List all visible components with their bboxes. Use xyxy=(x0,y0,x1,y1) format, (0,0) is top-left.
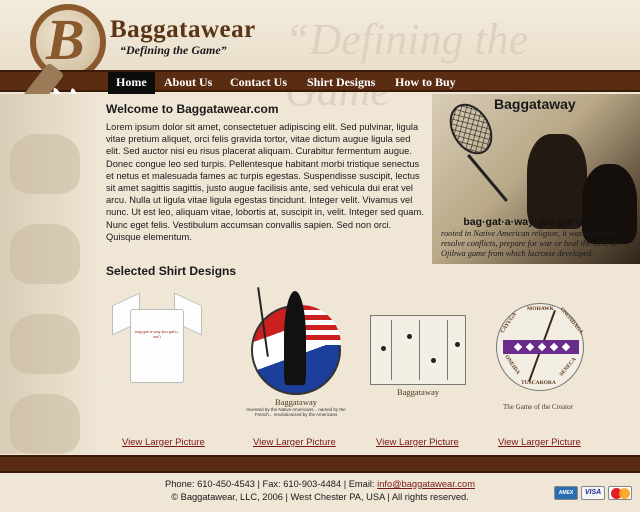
design-caption: Baggataway xyxy=(396,387,439,397)
slogan: “Defining the Game” xyxy=(120,43,227,57)
emblem-word: ONONDAGA xyxy=(558,306,585,336)
haudenosaunee-emblem-image[interactable]: MOHAWK ONONDAGA CAYUGA SENECA ONEIDA TUS… xyxy=(496,303,584,391)
tshirt-print: bag·gat·a·way:(bu-gat’u-wa”) xyxy=(135,329,179,339)
totem-carving xyxy=(10,394,80,454)
footer-phone-fax: Phone: 610-450-4543 | Fax: 610-903-4484 … xyxy=(165,479,378,489)
amex-card-icon: AMEX xyxy=(554,486,578,500)
nav-how-to-buy[interactable]: How to Buy xyxy=(387,72,464,94)
emblem-word: MOHAWK xyxy=(527,306,554,312)
mastercard-icon xyxy=(608,486,632,500)
product-flag-warrior[interactable]: Baggataway Invented by the Native Americ… xyxy=(246,285,350,425)
logo-letter[interactable]: B xyxy=(46,10,85,70)
pronunciation: bag·gat·a·way:(bu-gat’u-wa”) xyxy=(463,216,609,228)
nav-about-us[interactable]: About Us xyxy=(156,72,220,94)
view-larger-link[interactable]: View Larger Picture xyxy=(376,437,459,448)
totem-carving xyxy=(10,134,80,194)
visa-card-icon: VISA xyxy=(581,486,605,500)
warrior-silhouette xyxy=(284,291,306,385)
design-caption: Baggataway xyxy=(274,397,317,407)
lacrosse-stick-handle xyxy=(467,154,508,202)
product-tshirt[interactable]: bag·gat·a·way:(bu-gat’u-wa”) xyxy=(104,285,208,425)
product-emblem[interactable]: MOHAWK ONONDAGA CAYUGA SENECA ONEIDA TUS… xyxy=(488,285,592,425)
footer-bar xyxy=(0,455,640,473)
emblem-word: ONEIDA xyxy=(503,354,521,376)
emblem-word: CAYUGA xyxy=(499,311,519,335)
site-header: B Baggatawear “Defining the Game” “Defin… xyxy=(0,0,640,115)
footer-contact: Phone: 610-450-4543 | Fax: 610-903-4484 … xyxy=(0,479,640,489)
design-caption: The Game of the Creator xyxy=(503,403,573,411)
email-link[interactable]: info@baggatawear.com xyxy=(377,479,475,489)
nav-contact-us[interactable]: Contact Us xyxy=(222,72,295,94)
tshirt-image[interactable]: bag·gat·a·way:(bu-gat’u-wa”) xyxy=(112,292,202,383)
field-diagram-image[interactable] xyxy=(370,315,466,385)
main-nav: Home About Us Contact Us Shirt Designs H… xyxy=(0,70,640,94)
totem-carving xyxy=(10,224,80,284)
view-larger-link[interactable]: View Larger Picture xyxy=(253,437,336,448)
design-small-text: Invented by the Native Americans... name… xyxy=(246,407,346,417)
emblem-word: TUSCARORA xyxy=(521,380,556,386)
brand-name: Baggatawear xyxy=(110,16,256,43)
player-silhouette xyxy=(527,134,587,229)
feature-description: rooted in Native American religion, it w… xyxy=(441,229,619,259)
welcome-title: Welcome to Baggatawear.com xyxy=(106,102,279,116)
welcome-body: Lorem ipsum dolor sit amet, consectetuer… xyxy=(106,122,424,242)
emblem-word: SENECA xyxy=(558,356,578,378)
nav-shirt-designs[interactable]: Shirt Designs xyxy=(299,72,383,94)
view-larger-link[interactable]: View Larger Picture xyxy=(498,437,581,448)
nav-home[interactable]: Home xyxy=(108,72,155,94)
totem-carving xyxy=(10,314,80,374)
product-field-diagram[interactable]: Baggataway xyxy=(368,285,472,425)
selected-designs-title: Selected Shirt Designs xyxy=(106,264,237,278)
photo-title: Baggataway xyxy=(494,96,576,112)
totem-pole-decoration xyxy=(0,94,100,454)
lacrosse-stick-icon xyxy=(441,96,501,162)
footer-copyright: © Baggatawear, LLC, 2006 | West Chester … xyxy=(171,492,469,502)
view-larger-link[interactable]: View Larger Picture xyxy=(122,437,205,448)
